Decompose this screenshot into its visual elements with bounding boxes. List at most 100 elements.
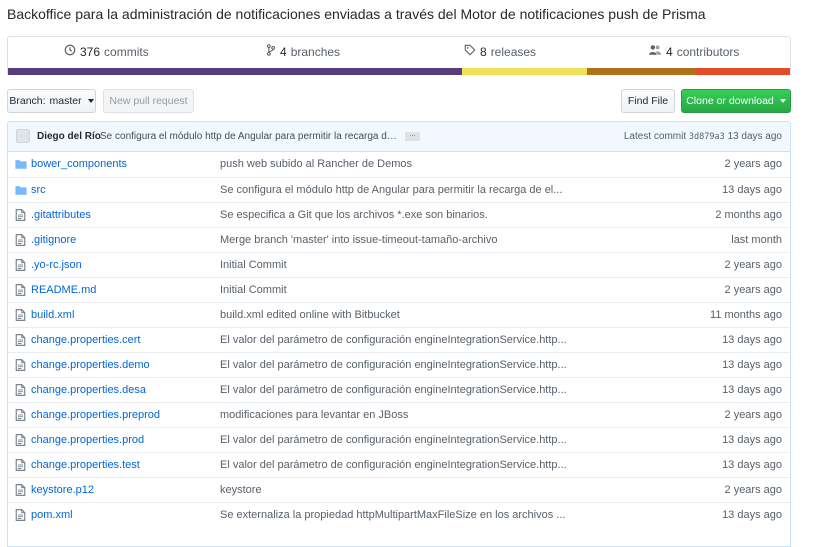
file-commit-message[interactable]: El valor del parámetro de configuración …: [220, 359, 580, 371]
file-name-link[interactable]: change.properties.cert: [31, 334, 140, 346]
file-name-link[interactable]: .yo-rc.json: [31, 259, 82, 271]
file-name-link[interactable]: pom.xml: [31, 509, 73, 521]
file-row[interactable]: change.properties.desa El valor del parám…: [8, 377, 790, 402]
people-icon: [648, 37, 662, 68]
file-age: 13 days ago: [722, 434, 782, 446]
file-name-link[interactable]: change.properties.demo: [31, 359, 150, 371]
branches-count: 4: [280, 45, 287, 59]
file-icon: [15, 384, 27, 396]
file-row[interactable]: change.properties.preprod modificaciones …: [8, 402, 790, 427]
language-segment[interactable]: [696, 68, 790, 75]
file-commit-message[interactable]: Merge branch 'master' into issue-timeout…: [220, 234, 580, 246]
branch-select-button[interactable]: Branch: master: [7, 89, 96, 113]
file-commit-message[interactable]: Se externaliza la propiedad httpMultipar…: [220, 509, 580, 521]
new-pull-request-button[interactable]: New pull request: [103, 89, 194, 113]
file-icon: [15, 284, 27, 296]
branches-label: branches: [290, 45, 341, 59]
expand-commit-button[interactable]: …: [405, 131, 420, 141]
latest-commit-info: Latest commit 3d879a3 13 days ago: [624, 131, 782, 142]
file-name-link[interactable]: src: [31, 184, 46, 196]
file-row[interactable]: README.md Initial Commit 2 years ago: [8, 277, 790, 302]
file-name-link[interactable]: change.properties.desa: [31, 384, 146, 396]
releases-label: releases: [490, 45, 537, 59]
file-commit-message[interactable]: Se configura el módulo http de Angular p…: [220, 184, 580, 196]
file-commit-message[interactable]: El valor del parámetro de configuración …: [220, 384, 580, 396]
file-commit-message[interactable]: Initial Commit: [220, 259, 580, 271]
file-commit-message[interactable]: El valor del parámetro de configuración …: [220, 334, 580, 346]
file-age: 2 years ago: [724, 484, 782, 496]
file-age: 13 days ago: [722, 509, 782, 521]
file-icon: [15, 359, 27, 371]
language-bar[interactable]: [8, 68, 790, 75]
contributors-link[interactable]: 4 contributors: [648, 37, 739, 68]
file-name-link[interactable]: .gitignore: [31, 234, 76, 246]
file-row[interactable]: .gitignore Merge branch 'master' into iss…: [8, 227, 790, 252]
tag-icon: [464, 37, 476, 68]
file-row[interactable]: change.properties.demo El valor del parám…: [8, 352, 790, 377]
find-file-button[interactable]: Find File: [621, 89, 675, 113]
latest-commit-bar: Diego del Río Se configura el módulo htt…: [8, 122, 790, 152]
commits-link[interactable]: 376 commits: [64, 37, 149, 68]
file-icon: [15, 409, 27, 421]
file-row[interactable]: pom.xml Se externaliza la propiedad httpM…: [8, 502, 790, 527]
file-row[interactable]: keystore.p12 keystore 2 years ago: [8, 477, 790, 502]
repo-description: Backoffice para la administración de not…: [7, 6, 706, 22]
file-row[interactable]: change.properties.cert El valor del parám…: [8, 327, 790, 352]
branches-link[interactable]: 4 branches: [266, 37, 340, 68]
file-age: 2 years ago: [724, 409, 782, 421]
file-row[interactable]: build.xml build.xml edited online with Bi…: [8, 302, 790, 327]
language-segment[interactable]: [461, 68, 587, 75]
file-row[interactable]: change.properties.test El valor del parám…: [8, 452, 790, 477]
file-commit-message[interactable]: push web subido al Rancher de Demos: [220, 158, 580, 170]
file-name-link[interactable]: build.xml: [31, 309, 74, 321]
caret-down-icon: [779, 99, 786, 103]
avatar[interactable]: [16, 129, 30, 143]
file-name-link[interactable]: bower_components: [31, 158, 127, 170]
file-age: 2 months ago: [715, 209, 782, 221]
file-age: 11 months ago: [710, 309, 782, 321]
file-row[interactable]: .gitattributes Se especifica a Git que lo…: [8, 202, 790, 227]
clone-download-button[interactable]: Clone or download: [681, 89, 791, 113]
file-name-link[interactable]: README.md: [31, 284, 96, 296]
file-commit-message[interactable]: El valor del parámetro de configuración …: [220, 459, 580, 471]
file-name-link[interactable]: change.properties.prod: [31, 434, 144, 446]
file-name-link[interactable]: change.properties.test: [31, 459, 140, 471]
file-icon: [15, 234, 27, 246]
folder-icon: [15, 184, 27, 196]
file-navigation: Diego del Río Se configura el módulo htt…: [7, 121, 791, 547]
contributors-count: 4: [666, 45, 673, 59]
file-name-link[interactable]: keystore.p12: [31, 484, 94, 496]
file-icon: [15, 259, 27, 271]
file-row[interactable]: src Se configura el módulo http de Angula…: [8, 177, 790, 202]
file-row[interactable]: change.properties.prod El valor del parám…: [8, 427, 790, 452]
branch-value: master: [49, 95, 82, 107]
commit-message[interactable]: Se configura el módulo http de Angular p…: [100, 131, 400, 142]
branch-label: Branch:: [9, 95, 46, 107]
file-age: 13 days ago: [722, 384, 782, 396]
file-row[interactable]: bower_components push web subido al Ranch…: [8, 152, 790, 177]
file-commit-message[interactable]: Se especifica a Git que los archivos *.e…: [220, 209, 580, 221]
file-row[interactable]: .yo-rc.json Initial Commit 2 years ago: [8, 252, 790, 277]
file-age: last month: [731, 234, 782, 246]
file-icon: [15, 509, 27, 521]
file-commit-message[interactable]: keystore: [220, 484, 580, 496]
clone-download-label: Clone or download: [686, 95, 774, 107]
file-name-link[interactable]: .gitattributes: [31, 209, 91, 221]
releases-link[interactable]: 8 releases: [464, 37, 536, 68]
file-icon: [15, 209, 27, 221]
file-age: 13 days ago: [722, 459, 782, 471]
language-segment[interactable]: [8, 68, 462, 75]
file-age: 2 years ago: [724, 259, 782, 271]
language-segment[interactable]: [586, 68, 697, 75]
commit-author[interactable]: Diego del Río: [37, 131, 101, 142]
file-commit-message[interactable]: Initial Commit: [220, 284, 580, 296]
file-commit-message[interactable]: modificaciones para levantar en JBoss: [220, 409, 580, 421]
commit-sha[interactable]: 3d879a3: [689, 132, 725, 142]
file-icon: [15, 334, 27, 346]
contributors-label: contributors: [676, 45, 740, 59]
file-commit-message[interactable]: build.xml edited online with Bitbucket: [220, 309, 580, 321]
file-age: 13 days ago: [722, 184, 782, 196]
file-age: 2 years ago: [724, 158, 782, 170]
file-name-link[interactable]: change.properties.preprod: [31, 409, 160, 421]
file-commit-message[interactable]: El valor del parámetro de configuración …: [220, 434, 580, 446]
